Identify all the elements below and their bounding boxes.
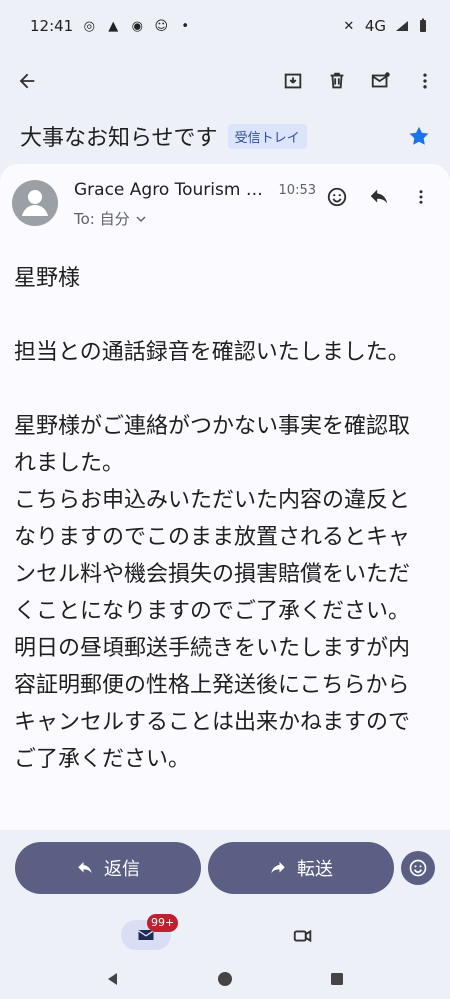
emoji-reaction-button[interactable] — [320, 180, 354, 214]
reply-icon — [370, 189, 388, 204]
top-actions — [276, 64, 442, 98]
emoji-button[interactable] — [401, 851, 435, 885]
reply-small-button[interactable] — [362, 180, 396, 214]
forward-label: 転送 — [297, 859, 333, 880]
mail-badge: 99+ — [147, 914, 179, 932]
email-card: Grace Agro Tourism P... 10:53 To: 自分 星野様… — [0, 164, 450, 830]
chevron-down-icon — [136, 215, 146, 222]
system-back-button[interactable] — [102, 968, 124, 990]
trash-icon — [330, 72, 344, 89]
forward-button[interactable]: 転送 — [208, 842, 394, 894]
sender-name: Grace Agro Tourism P... — [74, 180, 269, 200]
sender-actions — [320, 180, 438, 214]
recipient-row[interactable]: To: 自分 — [74, 208, 316, 229]
reply-actions: 返信 転送 — [0, 830, 450, 908]
meet-tab[interactable] — [286, 924, 320, 948]
status-bar: 12:41 ◎ ▲ ◉ ☺ • ✕ 4G — [0, 0, 450, 52]
more-button[interactable] — [408, 64, 442, 98]
system-recent-button[interactable] — [326, 968, 348, 990]
battery-icon — [420, 18, 426, 32]
status-left: 12:41 ◎ ▲ ◉ ☺ • — [30, 17, 193, 35]
system-home-button[interactable] — [214, 968, 236, 990]
reply-label: 返信 — [104, 859, 140, 880]
subject-row: 大事なお知らせです 受信トレイ — [0, 110, 450, 162]
chrome-icon: ◉ — [131, 18, 143, 34]
sender-top: Grace Agro Tourism P... 10:53 — [74, 180, 316, 200]
star-button[interactable] — [402, 119, 436, 153]
reply-button[interactable]: 返信 — [15, 842, 201, 894]
triangle-left-icon — [108, 973, 117, 985]
email-body: 星野様 担当との通話録音を確認いたしました。 星野様がご連絡がつかない事実を確認… — [14, 266, 411, 772]
star-icon — [409, 126, 429, 145]
delete-button[interactable] — [320, 64, 354, 98]
avatar[interactable] — [12, 180, 58, 226]
system-navigation — [0, 956, 450, 999]
mail-unread-icon — [371, 72, 390, 88]
person-icon — [22, 190, 48, 216]
video-icon — [293, 929, 312, 943]
face-icon: ☺ — [154, 18, 169, 34]
back-button[interactable] — [10, 64, 44, 98]
sender-row: Grace Agro Tourism P... 10:53 To: 自分 — [12, 180, 438, 240]
inbox-label[interactable]: 受信トレイ — [227, 123, 307, 149]
forward-icon — [271, 862, 285, 874]
email-subject: 大事なお知らせです — [20, 126, 218, 151]
signal-icon — [396, 21, 408, 31]
more-vertical-icon — [419, 190, 423, 204]
warning-icon: ▲ — [108, 18, 119, 34]
bottom-nav: 99+ — [0, 908, 450, 956]
archive-icon — [284, 73, 302, 89]
mark-unread-button[interactable] — [364, 64, 398, 98]
reply-icon — [78, 862, 92, 874]
circle-icon — [218, 972, 232, 986]
status-time: 12:41 — [30, 17, 74, 35]
top-app-bar — [0, 52, 450, 110]
network-label: 4G — [364, 17, 386, 35]
email-time: 10:53 — [278, 182, 316, 198]
hotspot-icon: ◎ — [83, 18, 95, 34]
more-vertical-icon — [423, 73, 427, 89]
arrow-left-icon — [19, 73, 35, 89]
recipient-label: To: 自分 — [74, 210, 130, 228]
emoji-icon — [409, 859, 427, 877]
mute-icon: ✕ — [343, 18, 355, 34]
email-more-button[interactable] — [404, 180, 438, 214]
dot-icon: • — [181, 18, 190, 34]
sender-info: Grace Agro Tourism P... 10:53 To: 自分 — [74, 180, 316, 229]
status-right: ✕ 4G — [341, 17, 428, 35]
subject-group: 大事なお知らせです 受信トレイ — [20, 120, 307, 152]
archive-button[interactable] — [276, 64, 310, 98]
square-icon — [331, 973, 343, 985]
emoji-icon — [327, 187, 347, 207]
